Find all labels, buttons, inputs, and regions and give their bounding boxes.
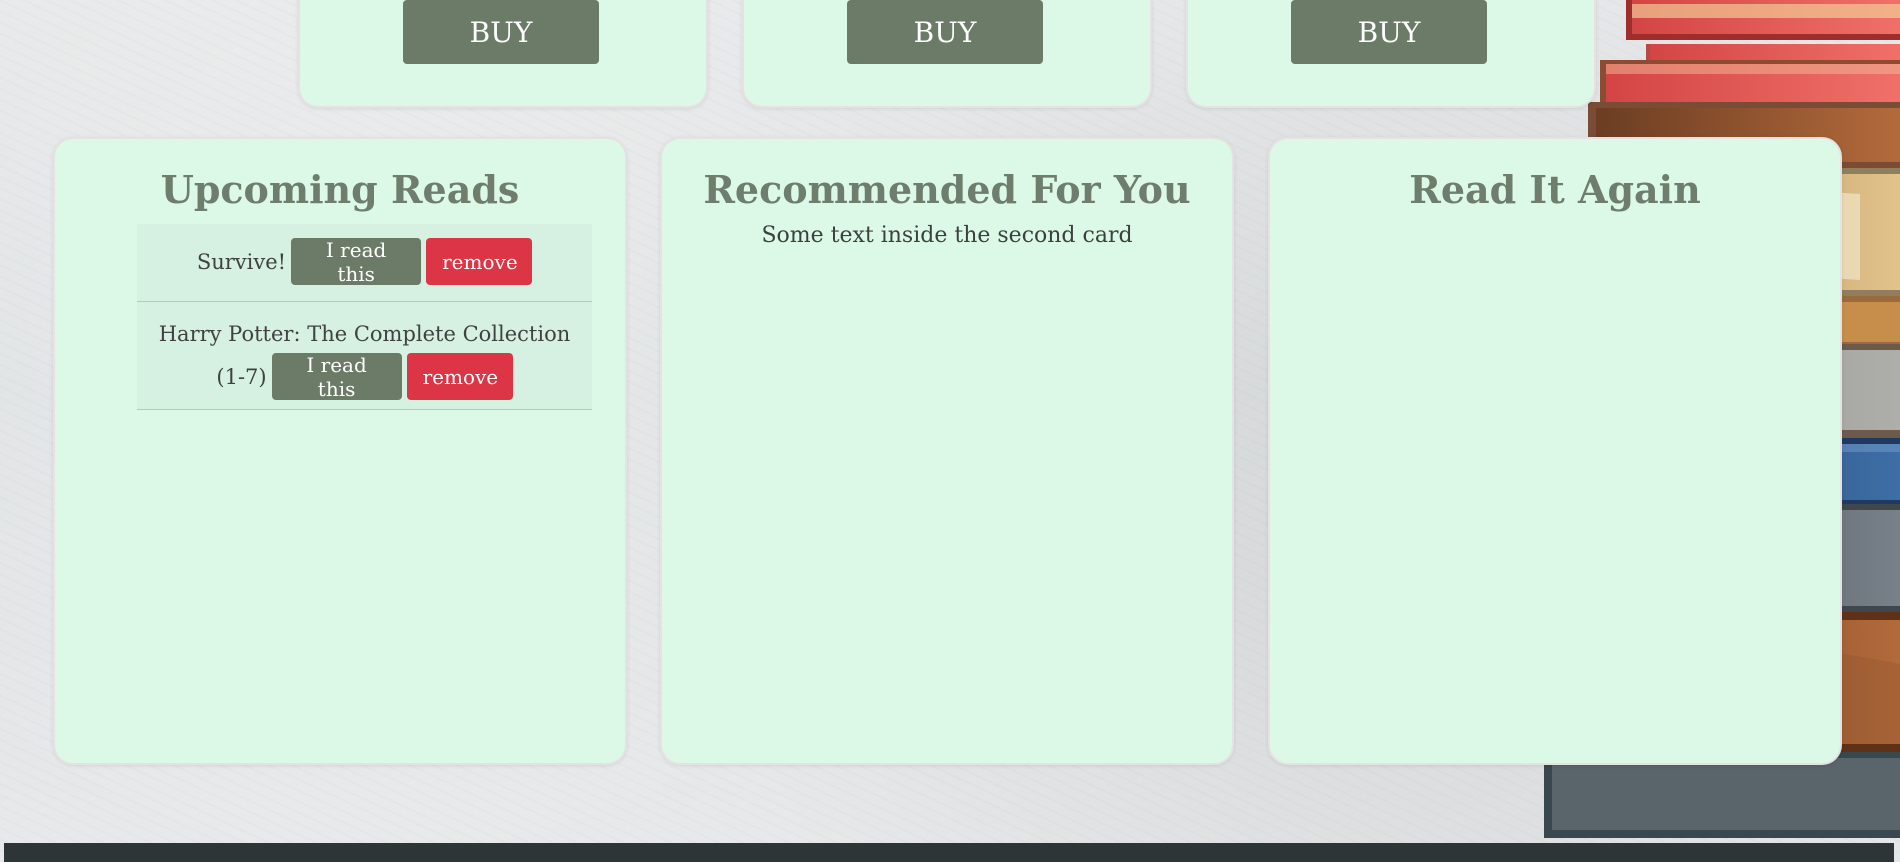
upcoming-reads-list: Survive! I read this remove Harry Potter…: [137, 224, 592, 410]
buy-button-2[interactable]: BUY: [847, 0, 1043, 64]
remove-button[interactable]: remove: [406, 353, 513, 400]
upcoming-read-item: Harry Potter: The Complete Collection (1…: [137, 302, 592, 410]
top-book-card-1: BUY: [300, 0, 706, 106]
upcoming-read-item: Survive! I read this remove: [137, 224, 592, 302]
mark-as-read-button[interactable]: I read this: [271, 353, 402, 401]
remove-button[interactable]: remove: [426, 238, 533, 285]
buy-button-3[interactable]: BUY: [1291, 0, 1487, 64]
top-book-card-2: BUY: [744, 0, 1150, 106]
upcoming-read-row: (1-7) I read this remove: [216, 353, 513, 401]
recommended-text: Some text inside the second card: [761, 223, 1133, 248]
book-title: Survive!: [196, 249, 287, 274]
recommended-title: Recommended For You: [703, 167, 1191, 212]
read-it-again-card: Read It Again: [1270, 139, 1840, 763]
footer-bar: [4, 843, 1894, 862]
read-it-again-title: Read It Again: [1409, 167, 1701, 212]
recommended-card: Recommended For You Some text inside the…: [662, 139, 1232, 763]
upcoming-read-row: Survive! I read this remove: [196, 238, 533, 286]
mark-as-read-button[interactable]: I read this: [291, 238, 422, 286]
book-title-line-2: (1-7): [216, 364, 267, 389]
top-book-card-3: BUY: [1188, 0, 1594, 106]
book-title-line-1: Harry Potter: The Complete Collection: [158, 322, 571, 346]
buy-button-1[interactable]: BUY: [403, 0, 599, 64]
upcoming-reads-title: Upcoming Reads: [160, 167, 520, 212]
upcoming-reads-card: Upcoming Reads Survive! I read this remo…: [55, 139, 625, 763]
